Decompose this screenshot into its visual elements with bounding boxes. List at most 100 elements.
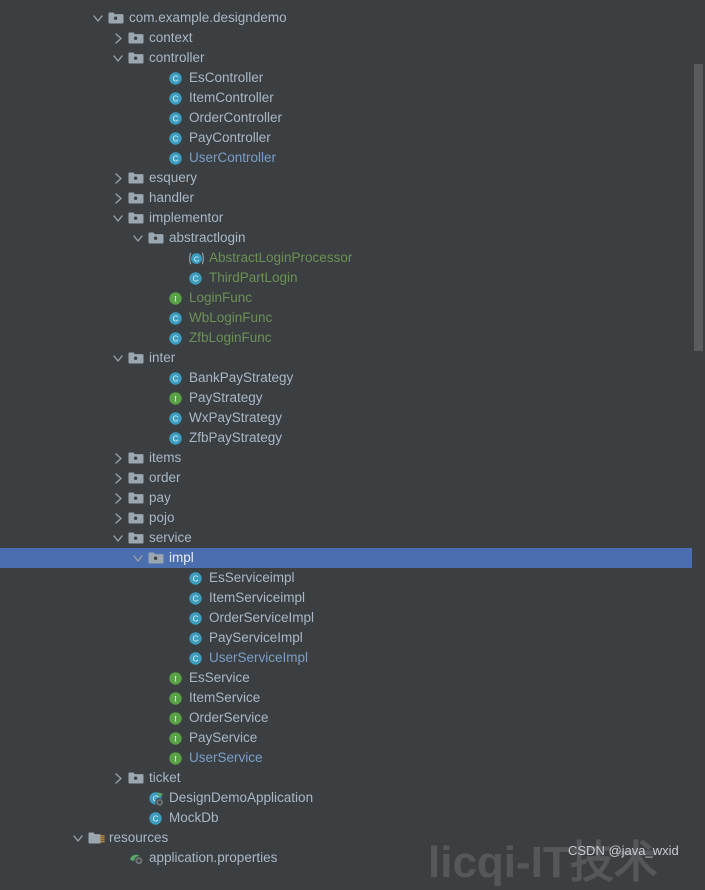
project-tree[interactable]: com.example.designdemo context controller C…	[0, 0, 705, 871]
chevron-down-icon[interactable]	[109, 528, 127, 548]
tree-row[interactable]: C ThirdPartLogin	[0, 268, 705, 288]
tree-row[interactable]: context	[0, 28, 705, 48]
tree-row-label: order	[149, 470, 181, 485]
arrow-placeholder	[149, 368, 167, 388]
svg-text:C: C	[173, 415, 179, 424]
tree-row[interactable]: I PayStrategy	[0, 388, 705, 408]
package-folder-icon	[127, 448, 145, 468]
tree-row-label: service	[149, 530, 192, 545]
tree-row-label: impl	[169, 550, 194, 565]
svg-text:C: C	[173, 95, 179, 104]
tree-row-label: inter	[149, 350, 176, 365]
tree-row[interactable]: C OrderController	[0, 108, 705, 128]
tree-row[interactable]: C AbstractLoginProcessor	[0, 248, 705, 268]
chevron-down-icon[interactable]	[69, 828, 87, 848]
svg-text:C: C	[193, 575, 199, 584]
tree-row[interactable]: service	[0, 528, 705, 548]
tree-row[interactable]: C BankPayStrategy	[0, 368, 705, 388]
java-class-icon: C	[167, 88, 185, 108]
tree-row-label: UserService	[189, 750, 263, 765]
tree-row-label: ticket	[149, 770, 181, 785]
chevron-down-icon[interactable]	[109, 348, 127, 368]
java-interface-icon: I	[167, 688, 185, 708]
tree-row-label: OrderServiceImpl	[209, 610, 315, 625]
arrow-placeholder	[149, 128, 167, 148]
tree-row[interactable]: handler	[0, 188, 705, 208]
tree-row[interactable]: C PayController	[0, 128, 705, 148]
tree-row[interactable]: implementor	[0, 208, 705, 228]
tree-row[interactable]: order	[0, 468, 705, 488]
tree-row[interactable]: items	[0, 448, 705, 468]
tree-row[interactable]: C UserServiceImpl	[0, 648, 705, 668]
tree-row[interactable]: C UserController	[0, 148, 705, 168]
tree-row[interactable]: esquery	[0, 168, 705, 188]
spring-properties-file-icon	[127, 848, 145, 868]
tree-row-label: pay	[149, 490, 171, 505]
tree-row-label: EsServiceimpl	[209, 570, 295, 585]
chevron-down-icon[interactable]	[129, 228, 147, 248]
svg-text:I: I	[174, 735, 177, 744]
chevron-right-icon[interactable]	[109, 508, 127, 528]
tree-row[interactable]: inter	[0, 348, 705, 368]
tree-row-label: PayController	[189, 130, 271, 145]
package-folder-icon	[127, 28, 145, 48]
tree-row[interactable]: C PayServiceImpl	[0, 628, 705, 648]
tree-row[interactable]: C EsServiceimpl	[0, 568, 705, 588]
tree-row[interactable]: I ItemService	[0, 688, 705, 708]
tree-row[interactable]: C ItemController	[0, 88, 705, 108]
chevron-down-icon[interactable]	[89, 8, 107, 28]
chevron-down-icon[interactable]	[129, 548, 147, 568]
tree-row[interactable]: ticket	[0, 768, 705, 788]
tree-row-label: ItemController	[189, 90, 274, 105]
tree-row[interactable]: I PayService	[0, 728, 705, 748]
java-interface-icon: I	[167, 668, 185, 688]
tree-row[interactable]	[0, 0, 705, 8]
chevron-right-icon[interactable]	[109, 188, 127, 208]
java-interface-icon: I	[167, 748, 185, 768]
svg-text:C: C	[194, 254, 200, 263]
arrow-placeholder	[149, 328, 167, 348]
chevron-right-icon[interactable]	[109, 488, 127, 508]
tree-row[interactable]: I UserService	[0, 748, 705, 768]
tree-row[interactable]: C ZfbLoginFunc	[0, 328, 705, 348]
tree-row[interactable]: I LoginFunc	[0, 288, 705, 308]
arrow-placeholder	[89, 0, 107, 8]
package-folder-icon	[127, 188, 145, 208]
chevron-right-icon[interactable]	[109, 468, 127, 488]
tree-row-label: PayService	[189, 730, 258, 745]
tree-row[interactable]: C WxPayStrategy	[0, 408, 705, 428]
tree-row[interactable]: pojo	[0, 508, 705, 528]
tree-row[interactable]: impl	[0, 548, 705, 568]
tree-row-label: ItemServiceimpl	[209, 590, 306, 605]
arrow-placeholder	[149, 108, 167, 128]
tree-row[interactable]: controller	[0, 48, 705, 68]
chevron-right-icon[interactable]	[109, 448, 127, 468]
chevron-down-icon[interactable]	[109, 48, 127, 68]
package-folder-icon	[107, 8, 125, 28]
vertical-scrollbar-track[interactable]	[692, 0, 705, 871]
tree-row[interactable]: C WbLoginFunc	[0, 308, 705, 328]
tree-row-label: AbstractLoginProcessor	[209, 250, 353, 265]
tree-row[interactable]: abstractlogin	[0, 228, 705, 248]
package-folder-icon	[127, 348, 145, 368]
java-interface-icon: I	[167, 388, 185, 408]
tree-row[interactable]: com.example.designdemo	[0, 8, 705, 28]
chevron-down-icon[interactable]	[109, 208, 127, 228]
tree-row[interactable]: I OrderService	[0, 708, 705, 728]
tree-row[interactable]: resources	[0, 828, 705, 848]
chevron-right-icon[interactable]	[109, 28, 127, 48]
tree-row[interactable]: C MockDb	[0, 808, 705, 828]
tree-row[interactable]: C ZfbPayStrategy	[0, 428, 705, 448]
arrow-placeholder	[169, 628, 187, 648]
vertical-scrollbar-thumb[interactable]	[694, 64, 703, 351]
tree-row[interactable]: C EsController	[0, 68, 705, 88]
chevron-right-icon[interactable]	[109, 768, 127, 788]
tree-row[interactable]: C OrderServiceImpl	[0, 608, 705, 628]
tree-row[interactable]: C DesignDemoApplication	[0, 788, 705, 808]
tree-row[interactable]: C ItemServiceimpl	[0, 588, 705, 608]
arrow-placeholder	[149, 428, 167, 448]
chevron-right-icon[interactable]	[109, 168, 127, 188]
tree-row[interactable]: I EsService	[0, 668, 705, 688]
tree-row[interactable]: pay	[0, 488, 705, 508]
tree-row[interactable]: application.properties	[0, 848, 705, 868]
